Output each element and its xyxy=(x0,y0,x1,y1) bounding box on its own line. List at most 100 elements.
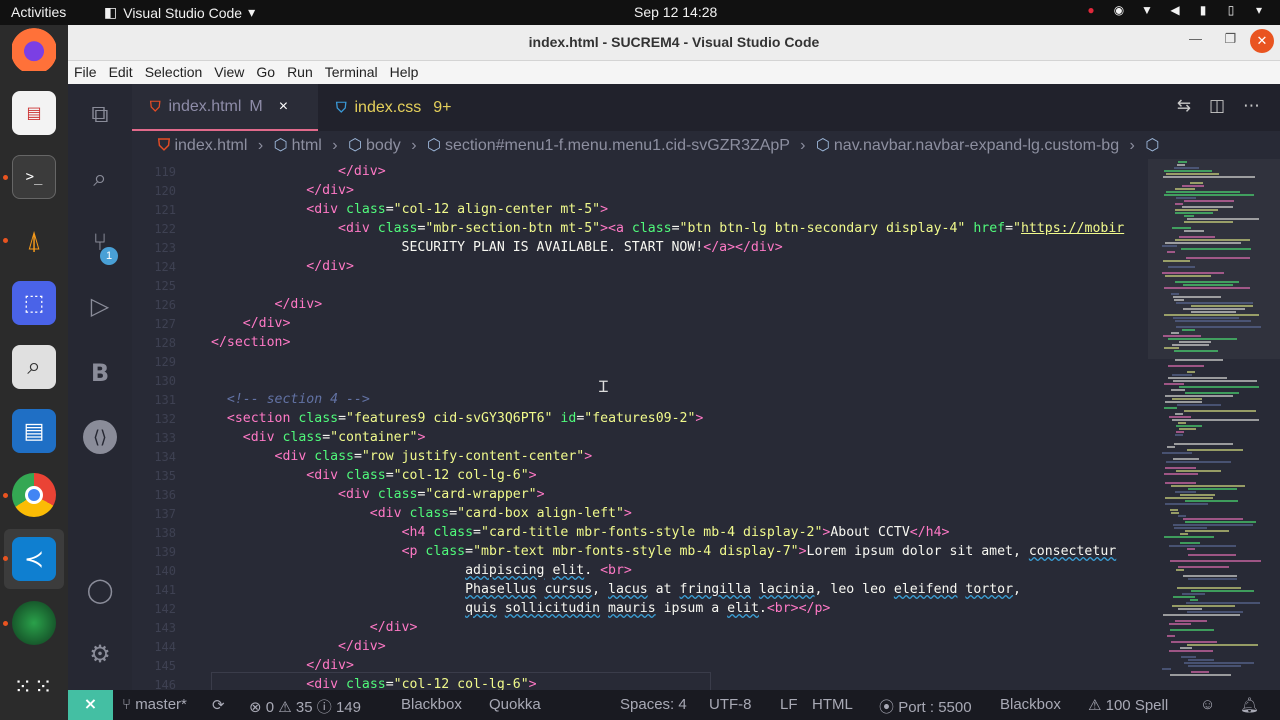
sync-icon[interactable]: ⟳ xyxy=(212,696,225,714)
info-count: 149 xyxy=(335,699,361,716)
problems-status[interactable]: ⊗ 0 ⚠ 35 ⓘ 149 xyxy=(249,696,361,717)
screenshot-icon[interactable]: ⬚ xyxy=(12,281,56,325)
maximize-icon[interactable]: ❐ xyxy=(1224,31,1236,47)
menu-view[interactable]: View xyxy=(208,61,244,84)
installer-icon[interactable]: ⍋ xyxy=(12,219,56,263)
running-indicator xyxy=(3,493,8,498)
breadcrumb-item[interactable]: index.html xyxy=(174,137,247,154)
minimap-line xyxy=(1175,209,1218,211)
minimap-line xyxy=(1163,614,1240,616)
editor-actions: ⇆ ◫ ⋯ xyxy=(1177,96,1260,116)
explorer-icon[interactable]: ⧉ xyxy=(83,98,117,132)
minimap-line xyxy=(1175,434,1183,436)
menu-run[interactable]: Run xyxy=(281,61,313,84)
code-editor[interactable]: 119 </div> 120 </div> 121 <div class="co… xyxy=(132,159,1148,690)
menu-go[interactable]: Go xyxy=(250,61,275,84)
blackbox-status[interactable]: Blackbox xyxy=(401,696,462,713)
menu-file[interactable]: File xyxy=(68,61,97,84)
minimap-line xyxy=(1164,347,1179,349)
minimap-line xyxy=(1174,443,1233,445)
quokka-status[interactable]: Quokka xyxy=(489,696,541,713)
blackbox-right-status[interactable]: Blackbox xyxy=(1000,696,1061,713)
breadcrumb-item[interactable]: html xyxy=(292,137,322,154)
spell-status[interactable]: ⚠ 100 Spell xyxy=(1088,696,1168,714)
tab-index-css[interactable]: ⛉ index.css 9+ xyxy=(336,84,451,131)
document-icon[interactable]: ▤ xyxy=(12,409,56,453)
minimap-slider[interactable] xyxy=(1148,159,1280,359)
language-status[interactable]: HTML xyxy=(812,696,853,713)
minimap-line xyxy=(1176,326,1261,328)
system-tray[interactable]: ● ◉ ▼ ◀ ▮ ▯ ▾ xyxy=(1084,3,1266,17)
breadcrumb-item[interactable]: nav.navbar.navbar-expand-lg.custom-bg xyxy=(834,137,1119,154)
microphone-icon[interactable]: ▮ xyxy=(1196,3,1210,17)
minimap-line xyxy=(1183,284,1233,286)
minimap-line xyxy=(1187,611,1243,613)
minimap-line xyxy=(1165,275,1211,277)
minimap-line xyxy=(1162,245,1177,247)
vscode-dock-icon[interactable]: ≺ xyxy=(12,537,56,581)
firefox-icon[interactable] xyxy=(12,27,56,71)
tab-index-html[interactable]: ⛉ index.html M × xyxy=(132,84,318,131)
record-icon[interactable]: ● xyxy=(1084,3,1098,17)
minimap-line xyxy=(1187,218,1259,220)
minimap-line xyxy=(1164,383,1184,385)
clock[interactable]: Sep 12 14:28 xyxy=(634,4,717,20)
chrome-icon[interactable] xyxy=(12,473,56,517)
minimap-line xyxy=(1182,593,1205,595)
minimap-line xyxy=(1164,194,1254,196)
line-number: 121 xyxy=(154,203,176,217)
minimap[interactable] xyxy=(1148,159,1280,690)
running-indicator xyxy=(3,556,8,561)
notifications-bell-icon[interactable]: 🔔︎ xyxy=(1240,696,1259,714)
menu-terminal[interactable]: Terminal xyxy=(319,61,378,84)
run-debug-icon[interactable]: ▷ xyxy=(83,290,117,324)
screencast-icon[interactable]: ◉ xyxy=(1112,3,1126,17)
menu-edit[interactable]: Edit xyxy=(103,61,133,84)
line-number: 123 xyxy=(154,241,176,255)
minimap-line xyxy=(1162,272,1224,274)
volume-icon[interactable]: ◀ xyxy=(1168,3,1182,17)
remote-indicator-icon[interactable]: ⨯ xyxy=(68,690,113,720)
warning-icon: ⚠ xyxy=(1088,697,1102,714)
live-share-icon[interactable]: ⟨⟩ xyxy=(83,420,117,454)
account-icon[interactable]: ◯ xyxy=(83,574,117,608)
error-count: 0 xyxy=(265,699,275,716)
eol-status[interactable]: LF xyxy=(780,696,798,713)
menu-selection[interactable]: Selection xyxy=(139,61,203,84)
settings-gear-icon[interactable]: ⚙ xyxy=(83,638,117,672)
minimap-line xyxy=(1167,635,1175,637)
tab-modified-badge: M xyxy=(249,97,263,115)
split-editor-icon[interactable]: ◫ xyxy=(1209,96,1225,116)
indentation-status[interactable]: Spaces: 4 xyxy=(620,696,687,713)
encoding-status[interactable]: UTF-8 xyxy=(709,696,752,713)
minimap-line xyxy=(1185,521,1256,523)
battery-icon[interactable]: ▯ xyxy=(1224,3,1238,17)
system-top-bar: Activities ◧ Visual Studio Code ▾ Sep 12… xyxy=(0,0,1280,25)
magnifier-icon[interactable]: ⌕ xyxy=(12,345,56,389)
activities-button[interactable]: Activities xyxy=(11,4,66,20)
app-menu[interactable]: ◧ Visual Studio Code ▾ xyxy=(104,4,255,21)
menu-help[interactable]: Help xyxy=(384,61,419,84)
wifi-icon[interactable]: ▼ xyxy=(1140,3,1154,17)
branch-status[interactable]: ⑂ master* xyxy=(122,696,187,713)
show-apps-icon[interactable]: ⁙⁙ xyxy=(12,665,56,709)
minimap-line xyxy=(1186,257,1250,259)
minimize-icon[interactable]: — xyxy=(1189,31,1202,46)
close-tab-icon[interactable]: × xyxy=(279,98,288,116)
terminal-icon[interactable]: >_ xyxy=(12,155,56,199)
breadcrumb-item[interactable]: section#menu1-f.menu.menu1.cid-svGZR3ZAp… xyxy=(445,137,790,154)
chevron-down-icon[interactable]: ▾ xyxy=(1252,3,1266,17)
line-number: 146 xyxy=(154,678,176,690)
breadcrumb-item[interactable]: body xyxy=(366,137,401,154)
breadcrumb: ⛉ index.html › ⬡ html › ⬡ body › ⬡ section#… xyxy=(132,131,1280,159)
element-icon: ⬡ xyxy=(1145,137,1160,154)
feedback-icon[interactable]: ☺ xyxy=(1200,696,1215,713)
open-changes-icon[interactable]: ⇆ xyxy=(1177,96,1191,116)
globe-app-icon[interactable] xyxy=(12,601,56,645)
more-actions-icon[interactable]: ⋯ xyxy=(1243,96,1260,116)
search-icon[interactable]: ⌕ xyxy=(83,162,117,196)
close-window-icon[interactable]: ✕ xyxy=(1250,29,1274,53)
blackbox-icon[interactable]: B xyxy=(83,356,117,390)
live-server-status[interactable]: ⦿ Port : 5500 xyxy=(879,696,972,717)
notes-icon[interactable]: ▤ xyxy=(12,91,56,135)
